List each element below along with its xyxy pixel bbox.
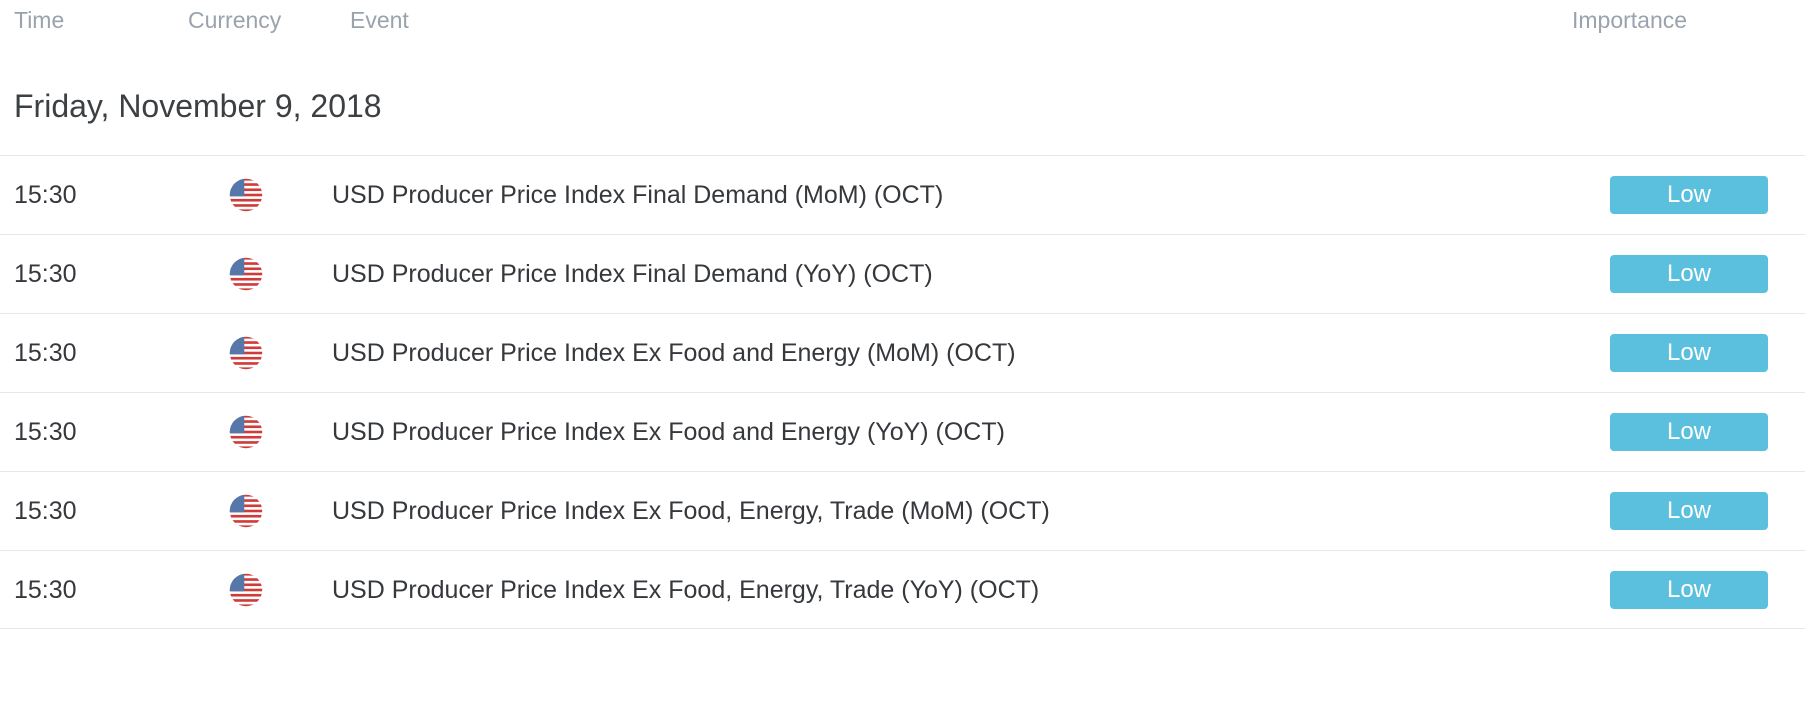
event-importance: Low (1610, 334, 1768, 372)
event-title: USD Producer Price Index Ex Food and Ene… (332, 418, 1005, 446)
event-title: USD Producer Price Index Final Demand (M… (332, 181, 944, 209)
flag-usa-icon (229, 336, 263, 370)
event-title: USD Producer Price Index Final Demand (Y… (332, 260, 933, 288)
table-row[interactable]: 15:30 (0, 392, 1805, 471)
event-time: 15:30 (14, 260, 77, 288)
table-row[interactable]: 15:30 (0, 471, 1805, 550)
importance-badge[interactable]: Low (1610, 492, 1768, 530)
importance-badge[interactable]: Low (1610, 255, 1768, 293)
flag-usa-icon (229, 178, 263, 212)
economic-calendar: Time Currency Event Importance Friday, N… (0, 0, 1805, 728)
event-currency (229, 415, 263, 449)
event-importance: Low (1610, 413, 1768, 451)
event-currency (229, 494, 263, 528)
event-importance: Low (1610, 570, 1768, 609)
flag-usa-icon (229, 573, 263, 607)
event-title: USD Producer Price Index Ex Food, Energy… (332, 497, 1050, 525)
table-row[interactable]: 15:30 (0, 155, 1805, 234)
event-time: 15:30 (14, 339, 77, 367)
column-header-importance: Importance (1572, 7, 1688, 33)
event-time: 15:30 (14, 418, 77, 446)
importance-badge[interactable]: Low (1610, 570, 1768, 609)
event-time: 15:30 (14, 497, 77, 525)
table-row[interactable]: 15:30 (0, 234, 1805, 313)
flag-usa-icon (229, 415, 263, 449)
flag-usa-icon (229, 494, 263, 528)
column-header-row: Time Currency Event Importance (0, 0, 1805, 56)
date-group-heading: Friday, November 9, 2018 (14, 88, 382, 124)
column-header-time: Time (14, 7, 65, 33)
event-title: USD Producer Price Index Ex Food, Energy… (332, 575, 1040, 604)
importance-badge[interactable]: Low (1610, 334, 1768, 372)
event-currency (229, 178, 263, 212)
importance-badge[interactable]: Low (1610, 176, 1768, 214)
event-importance: Low (1610, 492, 1768, 530)
event-currency (229, 257, 263, 291)
table-row[interactable]: 15:30 (0, 550, 1805, 629)
column-header-currency: Currency (188, 7, 282, 33)
event-title: USD Producer Price Index Ex Food and Ene… (332, 339, 1016, 367)
flag-usa-icon (229, 257, 263, 291)
column-header-event: Event (350, 7, 409, 33)
table-row[interactable]: 15:30 (0, 313, 1805, 392)
event-time: 15:30 (14, 575, 77, 604)
event-importance: Low (1610, 176, 1768, 214)
event-list: 15:30 USD Producer Price Index Final Dem… (0, 155, 1805, 629)
importance-badge[interactable]: Low (1610, 413, 1768, 451)
event-currency (229, 573, 263, 607)
event-currency (229, 336, 263, 370)
event-importance: Low (1610, 255, 1768, 293)
event-time: 15:30 (14, 181, 77, 209)
